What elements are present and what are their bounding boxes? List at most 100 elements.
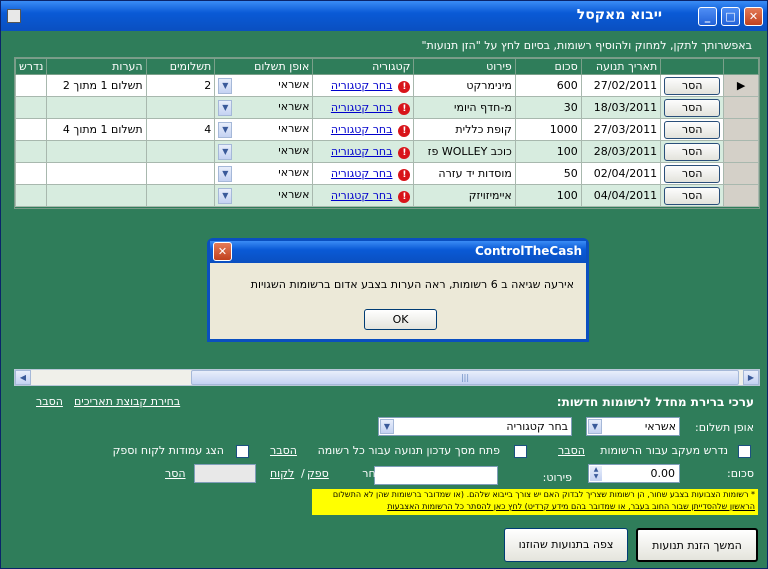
close-button[interactable]: ✕ [744, 7, 763, 26]
cell-extra[interactable] [14, 118, 48, 141]
cell-details[interactable]: מ-חדף היומי [413, 96, 516, 119]
view-imported-button[interactable]: צפה בתנועות שהוזנו [504, 528, 628, 562]
track-checkbox[interactable] [738, 445, 751, 458]
cell-amount[interactable]: 100 [514, 140, 582, 163]
choose-category-link[interactable]: בחר קטגוריה [331, 189, 393, 202]
cell-category[interactable]: בחר קטגוריה! [312, 118, 415, 141]
amount-spinner[interactable]: ▲ ▼ 0.00 [588, 464, 680, 483]
cell-notes[interactable] [46, 184, 147, 207]
chevron-down-icon[interactable]: ▼ [218, 99, 233, 116]
cell-installments[interactable]: 4 [145, 118, 216, 141]
delete-row-button[interactable]: הסר [664, 76, 721, 95]
details-input[interactable] [374, 466, 498, 485]
warning-line-2[interactable]: הראשון שלהסדייתן שבור החוב בעבר, או שמדו… [315, 501, 755, 513]
cell-extra[interactable] [14, 96, 48, 119]
cell-notes[interactable]: 4 תשלום 1 מתוך [46, 118, 147, 141]
cell-amount[interactable]: 30 [514, 96, 582, 119]
cell-payment[interactable]: ▼ אשראי [214, 140, 314, 163]
open-screen-explain-link[interactable]: הסבר [270, 444, 297, 457]
cell-payment[interactable]: ▼ אשראי [214, 96, 314, 119]
scroll-thumb[interactable]: ||| [191, 370, 739, 385]
cell-category[interactable]: בחר קטגוריה! [312, 74, 415, 97]
choose-category-link[interactable]: בחר קטגוריה [331, 123, 393, 136]
cell-amount[interactable]: 1000 [514, 118, 582, 141]
dialog-close-icon[interactable]: ✕ [213, 242, 232, 261]
cell-category[interactable]: בחר קטגוריה! [312, 162, 415, 185]
supplier-link[interactable]: ספק [307, 467, 329, 480]
cell-date[interactable]: 18/03/2011 [580, 96, 662, 119]
cell-installments[interactable] [145, 162, 216, 185]
cell-extra[interactable] [14, 140, 48, 163]
cell-installments[interactable] [145, 140, 216, 163]
cell-payment[interactable]: ▼ אשראי [214, 162, 314, 185]
cell-payment[interactable]: ▼ אשראי [214, 74, 314, 97]
maximize-button[interactable]: □ [721, 7, 740, 26]
cell-category[interactable]: בחר קטגוריה! [312, 184, 415, 207]
delete-row-button[interactable]: הסר [664, 142, 721, 161]
row-selector[interactable] [723, 118, 759, 141]
row-selector[interactable] [723, 96, 759, 119]
cell-extra[interactable] [14, 74, 48, 97]
cell-details[interactable]: פז WOLLEY כוכב [413, 140, 516, 163]
open-screen-checkbox[interactable] [514, 445, 527, 458]
row-selector[interactable] [723, 140, 759, 163]
table-row[interactable]: ▼ אשראי בחר קטגוריה! פז WOLLEY כוכב 100 2… [14, 140, 759, 163]
chevron-down-icon[interactable]: ▼ [218, 143, 233, 160]
row-selector[interactable] [723, 162, 759, 185]
delete-row-button[interactable]: הסר [664, 186, 721, 205]
chevron-down-icon[interactable]: ▼ [218, 121, 233, 138]
choose-category-link[interactable]: בחר קטגוריה [331, 145, 393, 158]
transactions-grid[interactable]: נדרש הערות תשלומים אופן תשלום קטגוריה פי… [14, 57, 760, 209]
cell-category[interactable]: בחר קטגוריה! [312, 140, 415, 163]
table-row[interactable]: 2 תשלום 1 מתוך 2 ▼ אשראי בחר קטגוריה! מינ… [14, 74, 759, 97]
date-group-link[interactable]: בחירת קבוצת תאריכים [74, 395, 180, 408]
cell-details[interactable]: איימיזויזק [413, 184, 516, 207]
table-row[interactable]: ▼ אשראי בחר קטגוריה! איימיזויזק 100 04/04… [14, 184, 759, 207]
cell-installments[interactable]: 2 [145, 74, 216, 97]
date-group-explain-link[interactable]: הסבר [36, 395, 63, 408]
cell-extra[interactable] [14, 184, 48, 207]
choose-category-link[interactable]: בחר קטגוריה [331, 101, 393, 114]
cell-extra[interactable] [14, 162, 48, 185]
show-columns-checkbox[interactable] [236, 445, 249, 458]
category-combo[interactable]: ▼ בחר קטגוריה [378, 417, 572, 436]
row-selector[interactable]: ▶ [723, 74, 759, 97]
cell-details[interactable]: מוסדות יד עזרה [413, 162, 516, 185]
table-row[interactable]: ▼ אשראי בחר קטגוריה! מוסדות יד עזרה 50 02… [14, 162, 759, 185]
cell-notes[interactable] [46, 162, 147, 185]
cell-details[interactable]: קופת כללית [413, 118, 516, 141]
table-row[interactable]: 4 תשלום 1 מתוך 4 ▼ אשראי בחר קטגוריה! קופ… [14, 118, 759, 141]
customer-link[interactable]: לקוח [270, 467, 294, 480]
cell-amount[interactable]: 50 [514, 162, 582, 185]
title-bar[interactable]: ייבוא מאקסל _ □ ✕ [1, 1, 767, 31]
dialog-title-bar[interactable]: ✕ ControlTheCash [210, 241, 586, 263]
spinner-arrows-icon[interactable]: ▲ ▼ [590, 466, 602, 481]
continue-button[interactable]: המשך הזנת תנועות [636, 528, 758, 562]
cell-amount[interactable]: 100 [514, 184, 582, 207]
remove-link[interactable]: הסר [165, 467, 186, 480]
choose-category-link[interactable]: בחר קטגוריה [331, 79, 393, 92]
cell-date[interactable]: 27/03/2011 [580, 118, 662, 141]
scroll-right-icon[interactable]: ▶ [743, 370, 759, 385]
cell-category[interactable]: בחר קטגוריה! [312, 96, 415, 119]
track-explain-link[interactable]: הסבר [558, 444, 585, 457]
cell-installments[interactable] [145, 96, 216, 119]
cell-date[interactable]: 27/02/2011 [580, 74, 662, 97]
row-selector[interactable] [723, 184, 759, 207]
ok-button[interactable]: OK [364, 309, 437, 330]
payment-combo[interactable]: ▼ אשראי [586, 417, 680, 436]
minimize-button[interactable]: _ [698, 7, 717, 26]
chevron-down-icon[interactable]: ▼ [218, 165, 233, 182]
chevron-down-icon[interactable]: ▼ [588, 419, 602, 434]
chevron-down-icon[interactable]: ▼ [380, 419, 394, 434]
cell-notes[interactable] [46, 96, 147, 119]
horizontal-scrollbar[interactable]: ◀ ||| ▶ [14, 369, 760, 386]
cell-amount[interactable]: 600 [514, 74, 582, 97]
cell-notes[interactable] [46, 140, 147, 163]
cell-notes[interactable]: 2 תשלום 1 מתוך [46, 74, 147, 97]
cell-payment[interactable]: ▼ אשראי [214, 118, 314, 141]
cell-date[interactable]: 02/04/2011 [580, 162, 662, 185]
chevron-down-icon[interactable]: ▼ [218, 77, 233, 94]
choose-category-link[interactable]: בחר קטגוריה [331, 167, 393, 180]
table-row[interactable]: ▼ אשראי בחר קטגוריה! מ-חדף היומי 30 18/03… [14, 96, 759, 119]
